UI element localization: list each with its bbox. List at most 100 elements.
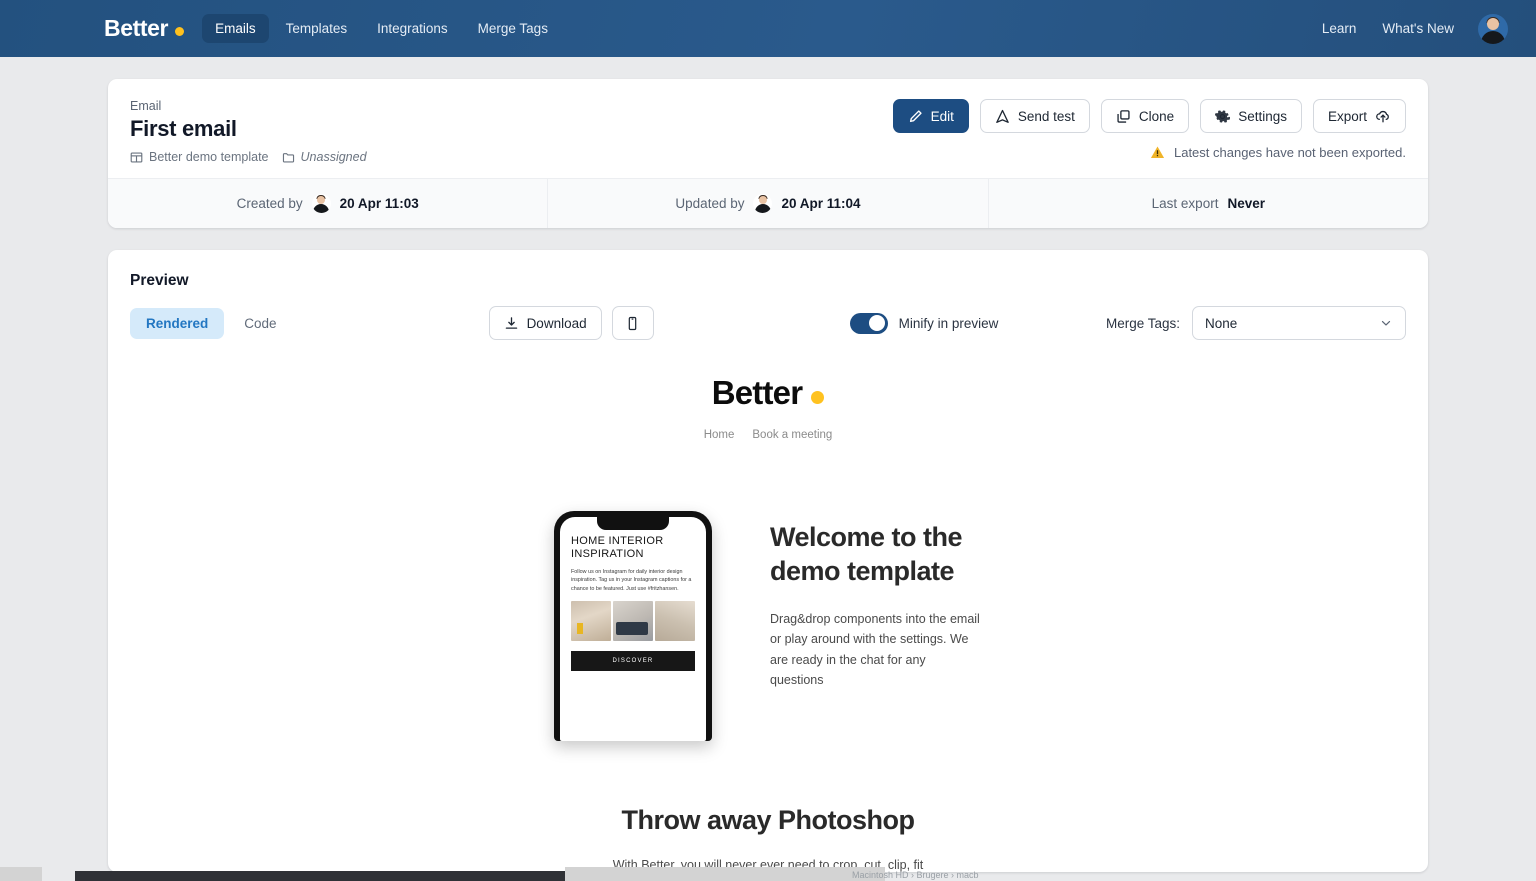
merge-tags-label: Merge Tags: <box>1105 315 1180 331</box>
interior-image-dining <box>571 600 611 641</box>
pencil-icon <box>908 109 923 124</box>
send-test-button[interactable]: Send test <box>979 99 1090 133</box>
secondary-nav: Learn What's New <box>1320 13 1508 44</box>
copy-icon <box>1116 109 1131 124</box>
export-warning: Latest changes have not been exported. <box>1150 145 1406 160</box>
meta-created-avatar <box>311 194 331 213</box>
email-preview-body: Better Home Book a meeting HOME INTERIOR… <box>130 374 1406 872</box>
warning-triangle-icon <box>1150 145 1165 160</box>
email-logo-dot-icon <box>811 391 825 404</box>
brand-name: Better <box>104 15 169 41</box>
email-section-two: Throw away Photoshop With Better, you wi… <box>130 803 1406 872</box>
phone-body: Follow us on Instagram for daily interio… <box>571 569 692 592</box>
phone-cta-button[interactable]: DISCOVER <box>571 650 695 671</box>
meta-export-value: Never <box>1227 196 1265 211</box>
minify-toggle-group: Minify in preview <box>849 312 998 334</box>
minify-toggle[interactable] <box>849 312 888 334</box>
page-content: Email First email Better demo template U… <box>0 57 1536 873</box>
preview-title: Preview <box>130 272 189 289</box>
preview-mode-tabs: Rendered Code <box>130 307 293 339</box>
export-label: Export <box>1327 108 1367 124</box>
clone-label: Clone <box>1138 108 1175 124</box>
template-icon <box>130 151 143 164</box>
email-hero-section: HOME INTERIOR INSPIRATION Follow us on I… <box>130 511 1406 741</box>
nav-item-templates[interactable]: Templates <box>273 14 361 43</box>
export-button[interactable]: Export <box>1312 99 1406 133</box>
primary-nav: Emails Templates Integrations Merge Tags <box>202 14 561 43</box>
interior-image-stairs <box>655 600 695 641</box>
top-navigation-bar: Better Emails Templates Integrations Mer… <box>0 0 1536 57</box>
mobile-phone-icon <box>625 316 640 331</box>
preview-tools: Download <box>488 306 654 340</box>
send-test-icon <box>995 109 1010 124</box>
gear-icon <box>1215 109 1231 124</box>
nav-item-learn[interactable]: Learn <box>1320 17 1359 40</box>
page-kicker: Email <box>130 99 162 113</box>
tab-rendered[interactable]: Rendered <box>130 307 225 339</box>
meta-created-by: Created by 20 Apr 11:03 <box>108 179 547 228</box>
email-hero-copy: Welcome to the demo template Drag&drop c… <box>770 511 982 691</box>
download-icon <box>504 316 519 331</box>
folder-icon <box>282 151 295 164</box>
action-button-row: Edit Send test Clone Settings Export <box>892 99 1406 133</box>
email-logo-text: Better <box>711 374 803 411</box>
email-hero-body: Drag&drop components into the email or p… <box>770 611 980 688</box>
tab-code[interactable]: Code <box>228 308 292 339</box>
chevron-down-icon <box>1379 316 1393 330</box>
email-nav: Home Book a meeting <box>130 429 1406 441</box>
meta-updated-by: Updated by 20 Apr 11:04 <box>547 179 987 228</box>
interior-image-living <box>613 600 653 641</box>
folder-label: Unassigned <box>300 150 367 164</box>
template-chip[interactable]: Better demo template <box>130 150 269 164</box>
merge-tags-group: Merge Tags: None <box>1106 306 1406 340</box>
edit-label: Edit <box>930 108 954 124</box>
merge-tags-value: None <box>1205 315 1238 331</box>
nav-item-integrations[interactable]: Integrations <box>364 14 461 43</box>
email-logo: Better <box>712 374 825 412</box>
meta-last-export: Last export Never <box>987 179 1428 228</box>
edit-button[interactable]: Edit <box>892 99 969 133</box>
avatar[interactable] <box>1478 13 1508 44</box>
meta-updated-avatar <box>753 194 773 213</box>
mobile-preview-button[interactable] <box>611 306 654 340</box>
settings-label: Settings <box>1238 108 1287 124</box>
email-meta-row: Created by 20 Apr 11:03 Updated by 20 Ap… <box>108 178 1428 228</box>
email-nav-home[interactable]: Home <box>704 429 735 441</box>
brand-logo[interactable]: Better <box>104 15 185 42</box>
email-header-top: Email First email Better demo template U… <box>108 79 1428 178</box>
clone-button[interactable]: Clone <box>1100 99 1190 133</box>
folder-chip[interactable]: Unassigned <box>282 150 367 164</box>
phone-notch <box>597 517 669 530</box>
minify-toggle-knob <box>869 315 886 331</box>
email-section-two-body: With Better, you will never ever need to… <box>612 858 924 873</box>
settings-button[interactable]: Settings <box>1200 99 1302 133</box>
avatar-body <box>1481 30 1505 44</box>
nav-item-whats-new[interactable]: What's New <box>1380 17 1456 40</box>
phone-screen: HOME INTERIOR INSPIRATION Follow us on I… <box>560 517 706 741</box>
meta-created-value: 20 Apr 11:03 <box>339 196 419 211</box>
send-test-label: Send test <box>1017 108 1075 124</box>
email-nav-book-a-meeting[interactable]: Book a meeting <box>752 429 832 441</box>
email-subinfo: Better demo template Unassigned <box>130 150 893 164</box>
download-button[interactable]: Download <box>488 306 602 340</box>
meta-export-label: Last export <box>1151 196 1219 211</box>
nav-item-merge-tags[interactable]: Merge Tags <box>465 14 561 43</box>
upload-cloud-icon <box>1375 108 1391 124</box>
phone-headline: HOME INTERIOR INSPIRATION <box>571 535 664 561</box>
page-title: First email <box>130 116 237 141</box>
background-window-dark <box>75 871 565 881</box>
template-label: Better demo template <box>149 150 269 164</box>
preview-card: Preview Rendered Code Download Minify in… <box>108 250 1428 873</box>
meta-created-label: Created by <box>236 196 303 211</box>
phone-image-grid <box>571 600 695 641</box>
email-actions: Edit Send test Clone Settings Export Lat… <box>892 99 1406 164</box>
meta-updated-label: Updated by <box>675 196 745 211</box>
nav-item-emails[interactable]: Emails <box>202 14 269 43</box>
brand-dot-icon <box>175 27 185 36</box>
avatar-head <box>1487 17 1499 30</box>
email-identity: Email First email Better demo template U… <box>130 99 893 164</box>
email-hero-heading: Welcome to the demo template <box>770 522 963 586</box>
merge-tags-select[interactable]: None <box>1192 306 1406 340</box>
phone-mockup: HOME INTERIOR INSPIRATION Follow us on I… <box>554 511 712 741</box>
meta-updated-value: 20 Apr 11:04 <box>781 196 861 211</box>
